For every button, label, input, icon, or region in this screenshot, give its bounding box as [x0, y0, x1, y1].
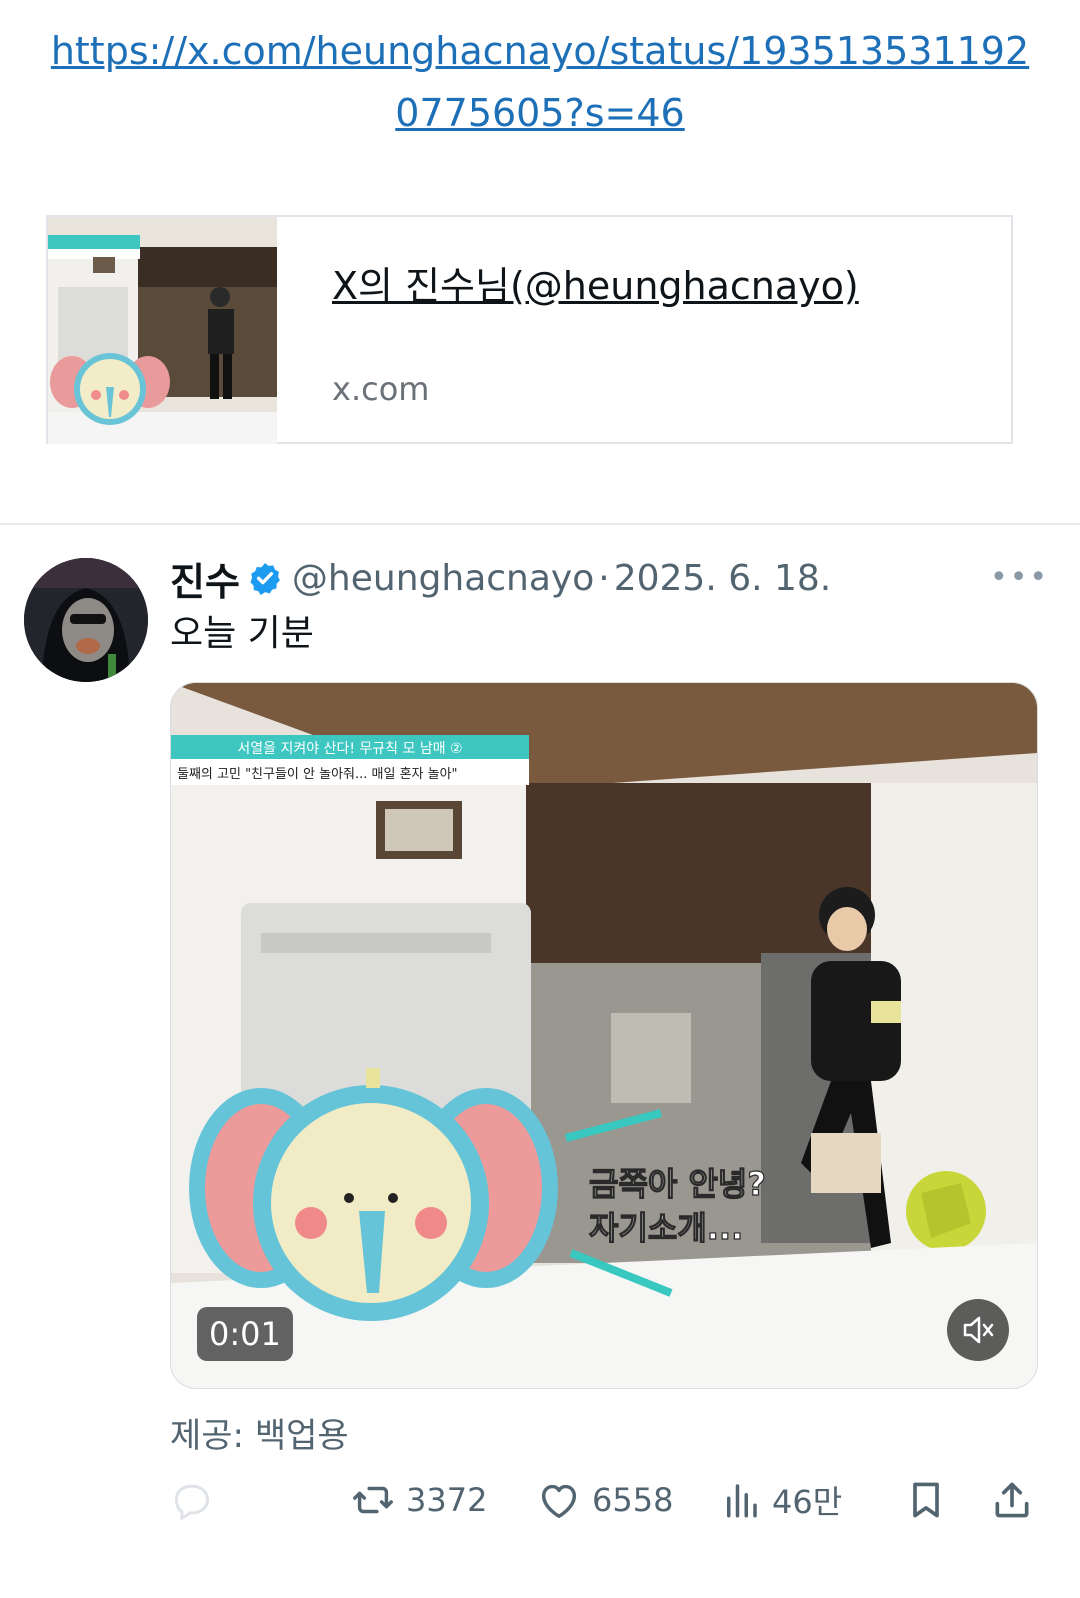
media-attribution: 제공: 백업용 — [170, 1416, 349, 1456]
views-icon — [727, 1484, 757, 1518]
tweet-header: 진수 @heunghacnayo · 2025. 6. 18. — [170, 550, 831, 606]
reply-icon — [174, 1484, 210, 1522]
like-icon — [541, 1484, 577, 1519]
link-preview-card[interactable]: X의 진수님(@heunghacnayo) x.com — [46, 215, 1013, 444]
display-name[interactable]: 진수 — [170, 551, 240, 606]
overlay-banner-bottom: 둘째의 고민 "친구들이 안 놀아줘... 매일 혼자 놀아" — [177, 767, 458, 782]
video-subtitle-line2: 자기소개... — [589, 1209, 743, 1247]
video-frame: 서열을 지켜야 산다! 무규칙 모 남매 ② 둘째의 고민 "친구들이 안 놀아… — [171, 683, 1037, 1388]
retweet-count: 3372 — [406, 1481, 488, 1519]
views-count: 46만 — [772, 1483, 843, 1521]
bookmark-icon — [913, 1482, 939, 1518]
shared-link-url[interactable]: https://x.com/heunghacnayo/status/193513… — [40, 20, 1040, 144]
overlay-banner-top: 서열을 지켜야 산다! 무규칙 모 남매 ② — [237, 741, 462, 757]
tweet-date[interactable]: 2025. 6. 18. — [614, 558, 832, 599]
reply-button[interactable] — [170, 1470, 214, 1530]
link-preview-domain: x.com — [332, 370, 430, 408]
like-count: 6558 — [592, 1481, 674, 1519]
video-duration: 0:01 — [197, 1307, 293, 1361]
tweet-actions: 3372 6558 46만 — [170, 1470, 1040, 1530]
separator-dot: · — [598, 557, 610, 599]
bookmark-button[interactable] — [904, 1470, 948, 1530]
mute-icon[interactable] — [947, 1299, 1009, 1361]
share-icon — [995, 1482, 1029, 1518]
link-preview-title[interactable]: X의 진수님(@heunghacnayo) — [332, 255, 859, 310]
handle[interactable]: @heunghacnayo — [292, 558, 594, 599]
video-subtitle-line1: 금쪽아 안녕? — [589, 1165, 766, 1203]
like-button[interactable]: 6558 — [536, 1470, 673, 1530]
video-player[interactable]: 서열을 지켜야 산다! 무규칙 모 남매 ② 둘째의 고민 "친구들이 안 놀아… — [170, 682, 1038, 1389]
tweet-text: 오늘 기분 — [170, 613, 314, 654]
retweet-icon — [353, 1486, 393, 1514]
retweet-button[interactable]: 3372 — [350, 1470, 487, 1530]
avatar[interactable] — [24, 558, 148, 682]
link-preview-thumbnail — [48, 217, 277, 444]
views-button[interactable]: 46만 — [720, 1470, 842, 1530]
share-button[interactable] — [990, 1470, 1034, 1530]
verified-badge-icon — [250, 563, 280, 595]
divider — [0, 523, 1080, 525]
more-icon[interactable]: ••• — [990, 560, 1047, 595]
